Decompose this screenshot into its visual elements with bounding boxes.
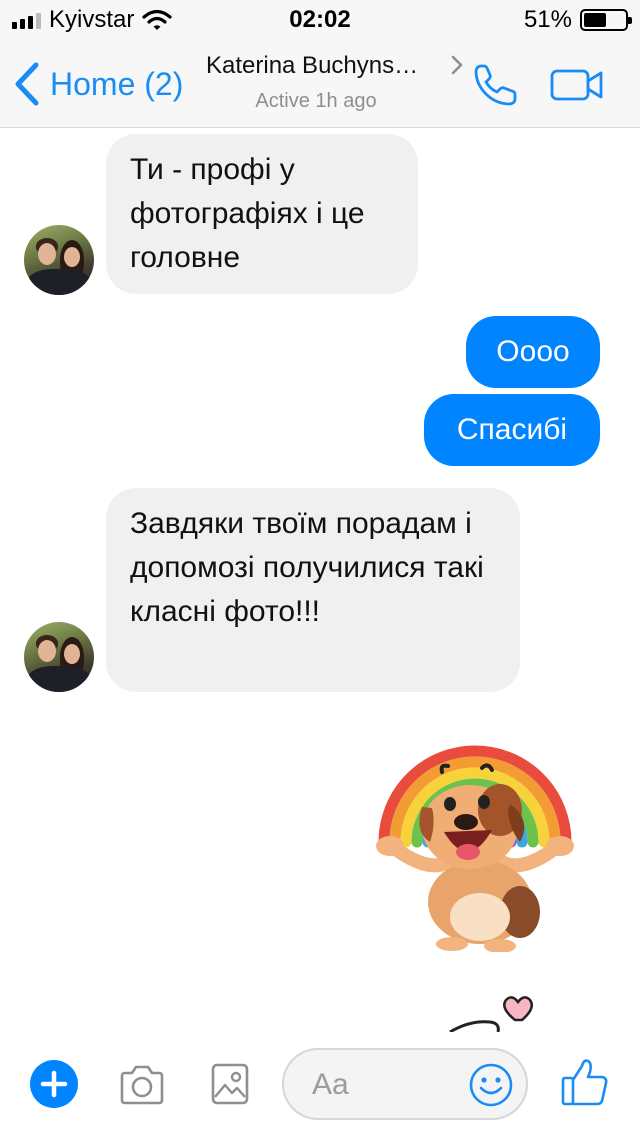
- battery-percent: 51%: [523, 6, 572, 33]
- camera-icon[interactable]: [118, 1064, 166, 1106]
- thumbs-up-icon[interactable]: [560, 1056, 610, 1108]
- message-bubble-incoming[interactable]: Завдяки твоїм порадам і допомозі получил…: [106, 488, 520, 692]
- messenger-chat-screen: Kyivstar 02:02 51% Home (2) Katerina Buc…: [0, 0, 640, 1136]
- back-label: Home (2): [50, 65, 184, 102]
- smiley-icon[interactable]: [468, 1062, 514, 1108]
- message-input-container: [282, 1048, 528, 1120]
- chevron-right-icon: [451, 55, 463, 75]
- battery-icon: [580, 9, 632, 31]
- message-input[interactable]: [312, 1062, 462, 1108]
- image-icon[interactable]: [210, 1062, 250, 1106]
- message-text: Спасибі: [456, 413, 568, 446]
- plus-icon: [40, 1070, 68, 1098]
- dog-rainbow-sticker[interactable]: [370, 712, 580, 952]
- chevron-left-icon: [15, 62, 39, 106]
- message-composer: [0, 1034, 640, 1136]
- conversation-title[interactable]: Katerina Buchyns… Active 1h ago: [206, 52, 466, 113]
- message-bubble-outgoing[interactable]: Спасибі: [424, 394, 600, 466]
- message-bubble-incoming[interactable]: Ти - профі у фотографіях і це головне: [106, 134, 418, 294]
- status-right: 51%: [523, 6, 632, 33]
- status-bar: Kyivstar 02:02 51%: [0, 0, 640, 40]
- active-status: Active 1h ago: [255, 90, 377, 112]
- message-text: Ти - профі у фотографіях і це головне: [130, 153, 365, 274]
- add-button[interactable]: [30, 1060, 78, 1108]
- chat-header: Kyivstar 02:02 51% Home (2) Katerina Buc…: [0, 0, 640, 128]
- message-bubble-outgoing[interactable]: Оооо: [466, 316, 600, 388]
- contact-avatar[interactable]: [24, 225, 94, 295]
- heart-sticker[interactable]: [440, 992, 550, 1032]
- message-text: Оооо: [496, 335, 570, 368]
- message-text: Завдяки твоїм порадам і допомозі получил…: [130, 507, 484, 628]
- phone-icon[interactable]: [472, 62, 520, 108]
- contact-avatar[interactable]: [24, 622, 94, 692]
- back-button[interactable]: Home (2): [14, 60, 183, 108]
- video-camera-icon[interactable]: [550, 68, 604, 102]
- contact-name: Katerina Buchyns…: [206, 52, 419, 79]
